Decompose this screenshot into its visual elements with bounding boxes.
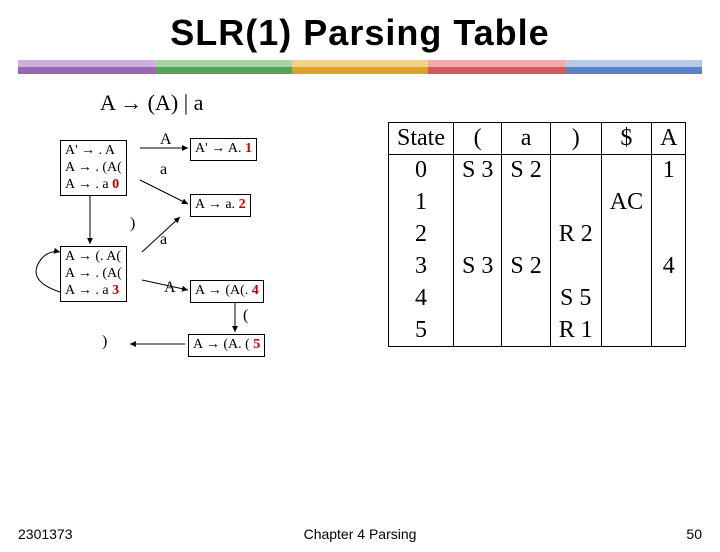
state-number: 5 <box>253 337 260 352</box>
table-cell <box>652 219 686 251</box>
table-cell <box>550 251 601 283</box>
table-row: 4 S 5 <box>389 283 686 315</box>
table-row: 1 AC <box>389 187 686 219</box>
table-cell: S 5 <box>550 283 601 315</box>
table-cell: 4 <box>389 283 454 315</box>
table-cell <box>652 283 686 315</box>
table-row: 3S 3S 2 4 <box>389 251 686 283</box>
table-row: 0S 3S 2 1 <box>389 155 686 187</box>
item: A → a. <box>195 197 235 212</box>
color-segment <box>155 60 292 74</box>
table-cell: 3 <box>389 251 454 283</box>
item: A → . (A( <box>65 266 122 281</box>
table-cell <box>502 283 550 315</box>
table-cell <box>550 187 601 219</box>
color-bar <box>18 60 702 74</box>
edge-label: ( <box>243 306 248 325</box>
table-cell: 4 <box>652 251 686 283</box>
state-0-box: A' → . A A → . (A( A → . a 0 <box>60 140 127 196</box>
table-header-cell: ) <box>550 123 601 155</box>
item: A → (. A( <box>65 249 121 264</box>
state-number: 4 <box>252 283 259 298</box>
table-header-cell: State <box>389 123 454 155</box>
color-segment <box>292 60 429 74</box>
table-header-cell: $ <box>601 123 651 155</box>
state-2-box: A → a. 2 <box>190 194 251 217</box>
table-cell <box>454 315 502 347</box>
table-header-cell: a <box>502 123 550 155</box>
automaton-diagram: A' → . A A → . (A( A → . a 0 A a A' → A.… <box>30 122 370 402</box>
table-cell <box>652 187 686 219</box>
edge-label: A <box>160 130 172 149</box>
state-1-box: A' → A. 1 <box>190 138 257 161</box>
color-segment <box>565 60 702 74</box>
table-cell <box>601 219 651 251</box>
table-row: 2 R 2 <box>389 219 686 251</box>
edge-label: a <box>160 230 167 249</box>
table-cell <box>652 315 686 347</box>
table-cell: 5 <box>389 315 454 347</box>
state-number: 1 <box>245 141 252 156</box>
edge-label: ) <box>130 214 135 233</box>
table-cell: AC <box>601 187 651 219</box>
item: A → . a <box>65 283 109 298</box>
table-cell: S 3 <box>454 155 502 187</box>
table-cell: 1 <box>389 187 454 219</box>
table-cell: 0 <box>389 155 454 187</box>
table-cell <box>454 187 502 219</box>
table-cell <box>502 187 550 219</box>
edge-label: A <box>164 278 176 297</box>
table-cell <box>601 315 651 347</box>
table-header-cell: A <box>652 123 686 155</box>
table-cell <box>550 155 601 187</box>
table-cell <box>601 251 651 283</box>
item: A → . a <box>65 177 109 192</box>
table-cell <box>502 315 550 347</box>
table-cell: S 3 <box>454 251 502 283</box>
table-cell: 2 <box>389 219 454 251</box>
table-cell: R 2 <box>550 219 601 251</box>
color-segment <box>428 60 565 74</box>
page-title: SLR(1) Parsing Table <box>0 12 720 54</box>
item: A → (A. ( <box>193 337 250 352</box>
state-4-box: A → (A(. 4 <box>190 280 264 303</box>
state-number: 2 <box>239 197 246 212</box>
table-cell <box>454 219 502 251</box>
table-cell: S 2 <box>502 155 550 187</box>
item: A' → . A <box>65 143 115 158</box>
item: A' → A. <box>195 141 241 156</box>
table-cell <box>454 283 502 315</box>
table-cell: S 2 <box>502 251 550 283</box>
grammar-text: A → (A) | a <box>100 90 720 116</box>
table-cell <box>601 283 651 315</box>
table-row: 5 R 1 <box>389 315 686 347</box>
state-number: 0 <box>112 177 119 192</box>
state-5-box: A → (A. ( 5 <box>188 334 265 357</box>
parsing-table: State(a)$A0S 3S 211AC2R 23S 3S 244S 55R … <box>388 122 686 347</box>
state-3-box: A → (. A( A → . (A( A → . a 3 <box>60 246 127 302</box>
table-cell: 1 <box>652 155 686 187</box>
table-header-cell: ( <box>454 123 502 155</box>
table-cell <box>601 155 651 187</box>
table-cell: R 1 <box>550 315 601 347</box>
item: A → (A(. <box>195 283 248 298</box>
item: A → . (A( <box>65 160 122 175</box>
edge-label: a <box>160 160 167 179</box>
color-segment <box>18 60 155 74</box>
table-cell <box>502 219 550 251</box>
edge-label: ) <box>102 332 107 351</box>
state-number: 3 <box>112 283 119 298</box>
